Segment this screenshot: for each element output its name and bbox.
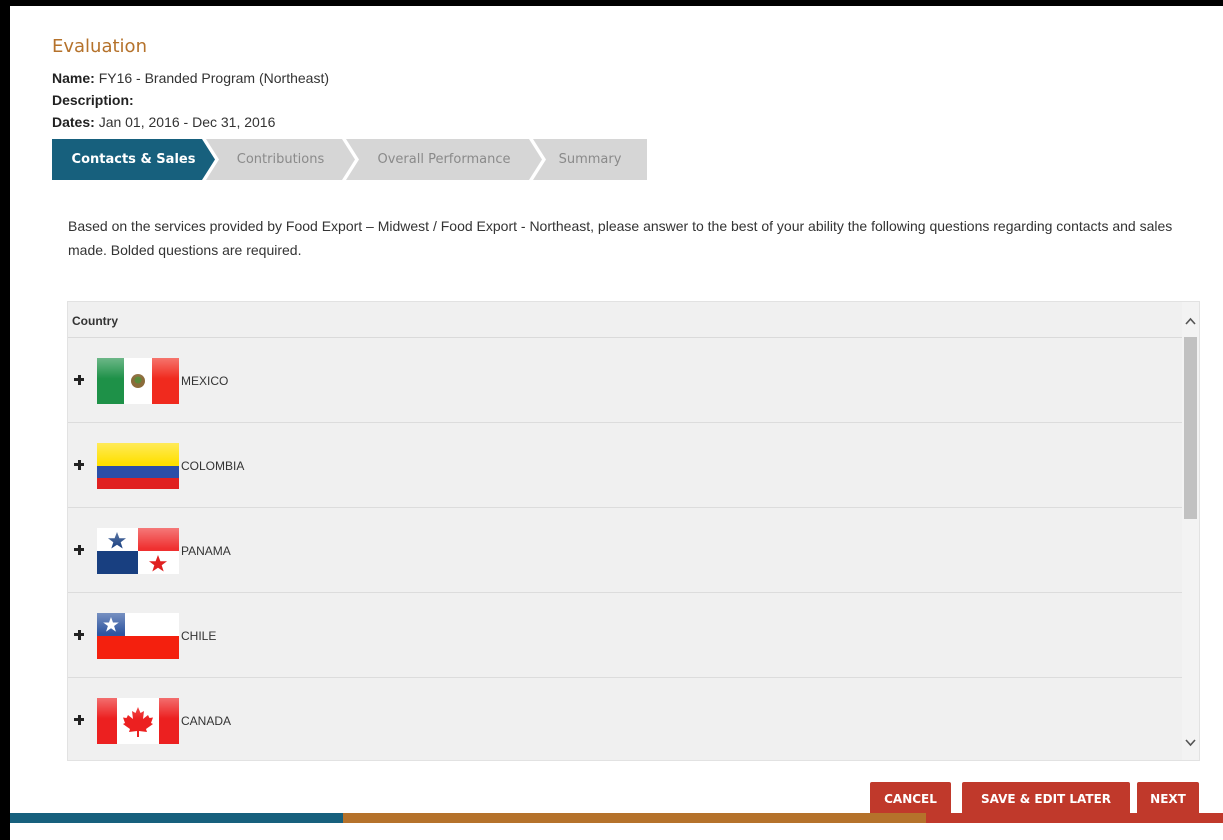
table-row[interactable]: MEXICO — [68, 338, 1183, 423]
country-grid: Country MEXICO COLOMBIA PANAMA CHILE CAN… — [67, 301, 1200, 761]
description-line: Description: — [52, 92, 134, 108]
name-label: Name: — [52, 70, 95, 86]
scrollbar-thumb[interactable] — [1184, 337, 1197, 519]
footer-bar-red — [926, 813, 1223, 823]
dates-value: Jan 01, 2016 - Dec 31, 2016 — [98, 114, 276, 130]
footer-bar-orange — [343, 813, 926, 823]
expand-plus-icon[interactable] — [74, 629, 86, 641]
chevron-up-icon[interactable] — [1185, 316, 1196, 327]
name-line: Name: FY16 - Branded Program (Northeast) — [52, 70, 329, 86]
page-title: Evaluation — [52, 36, 147, 57]
dates-label: Dates: — [52, 114, 95, 130]
step-contributions[interactable]: Contributions — [206, 139, 355, 180]
footer-color-bar — [10, 813, 1223, 823]
name-value: FY16 - Branded Program (Northeast) — [98, 70, 330, 86]
description-label: Description: — [52, 92, 134, 108]
expand-plus-icon[interactable] — [74, 714, 86, 726]
mexico-flag-icon — [97, 358, 179, 404]
save-edit-later-button[interactable]: SAVE & EDIT LATER — [962, 782, 1130, 815]
next-button[interactable]: NEXT — [1137, 782, 1199, 815]
chevron-down-icon[interactable] — [1185, 737, 1196, 748]
expand-plus-icon[interactable] — [74, 374, 86, 386]
dates-line: Dates: Jan 01, 2016 - Dec 31, 2016 — [52, 114, 275, 130]
step-overall-performance[interactable]: Overall Performance — [346, 139, 542, 180]
step-wizard: Contacts & Sales Contributions Overall P… — [52, 139, 647, 180]
vertical-scrollbar[interactable] — [1182, 302, 1199, 760]
country-name: CANADA — [181, 714, 232, 728]
chile-flag-icon — [97, 613, 179, 659]
evaluation-page: Evaluation Name: FY16 - Branded Program … — [10, 6, 1223, 840]
expand-plus-icon[interactable] — [74, 544, 86, 556]
column-header-country[interactable]: Country — [68, 302, 1183, 338]
country-name: CHILE — [181, 629, 217, 643]
table-row[interactable]: COLOMBIA — [68, 423, 1183, 508]
footer-bar-blue — [10, 813, 343, 823]
country-name: MEXICO — [181, 374, 229, 388]
step-summary[interactable]: Summary — [533, 139, 647, 180]
intro-text: Based on the services provided by Food E… — [68, 218, 1173, 258]
colombia-flag-icon — [97, 443, 179, 489]
cancel-button[interactable]: CANCEL — [870, 782, 951, 815]
country-name: COLOMBIA — [181, 459, 245, 473]
panama-flag-icon — [97, 528, 179, 574]
table-row[interactable]: PANAMA — [68, 508, 1183, 593]
step-contacts-sales[interactable]: Contacts & Sales — [52, 139, 215, 180]
canada-flag-icon — [97, 698, 179, 744]
expand-plus-icon[interactable] — [74, 459, 86, 471]
country-name: PANAMA — [181, 544, 231, 558]
table-row[interactable]: CANADA — [68, 678, 1183, 760]
table-row[interactable]: CHILE — [68, 593, 1183, 678]
